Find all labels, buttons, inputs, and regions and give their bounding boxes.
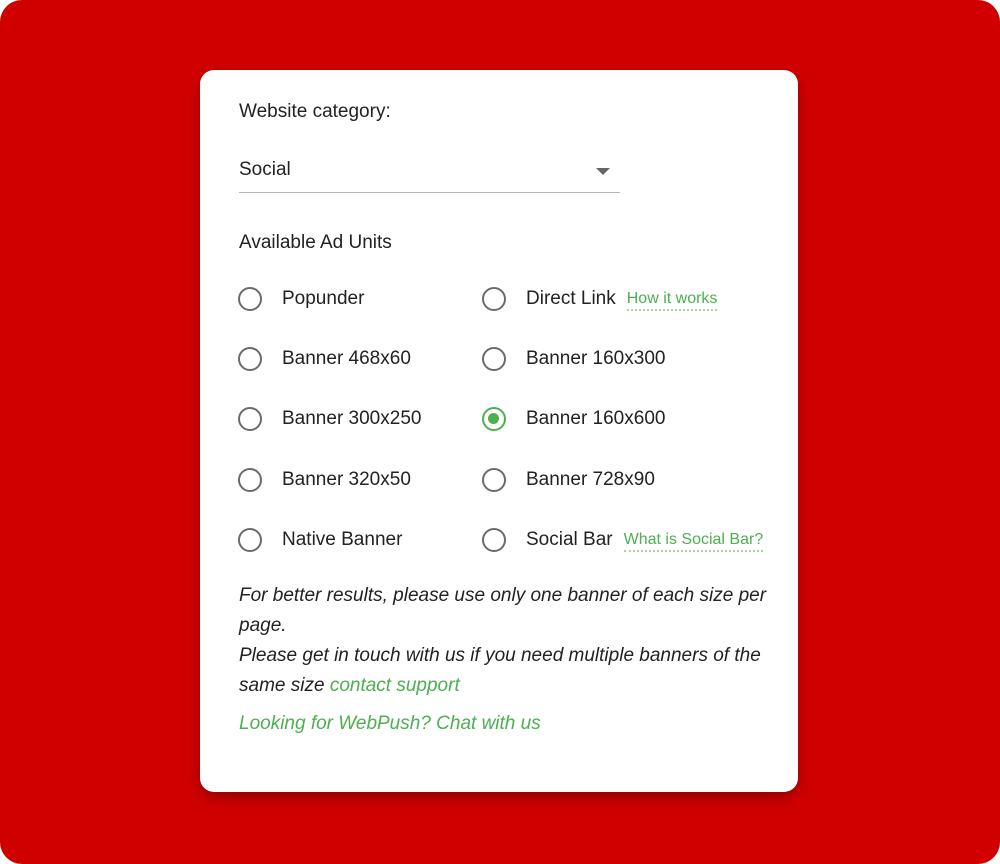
radio-icon[interactable]	[482, 468, 506, 492]
radio-icon[interactable]	[482, 347, 506, 371]
category-label: Website category:	[239, 101, 391, 122]
how-it-works-link[interactable]: How it works	[626, 290, 718, 311]
option-banner-300x250[interactable]: Banner 300x250	[238, 401, 421, 437]
option-native-banner[interactable]: Native Banner	[238, 522, 402, 558]
radio-checked-icon[interactable]	[482, 407, 506, 431]
option-banner-728x90[interactable]: Banner 728x90	[482, 462, 655, 498]
option-banner-160x600[interactable]: Banner 160x600	[482, 401, 665, 437]
category-select[interactable]: Social	[239, 156, 620, 193]
option-popunder[interactable]: Popunder	[238, 281, 364, 317]
contact-support-link[interactable]: contact support	[330, 675, 460, 696]
option-label: Banner 160x600	[526, 408, 666, 429]
option-label: Banner 468x60	[282, 348, 411, 369]
option-label: Banner 300x250	[282, 408, 422, 429]
option-label: Banner 160x300	[526, 348, 666, 369]
radio-icon[interactable]	[482, 528, 506, 552]
option-social-bar[interactable]: Social Bar What is Social Bar?	[482, 522, 764, 558]
category-select-value: Social	[239, 159, 291, 180]
option-label: Banner 320x50	[282, 469, 411, 490]
radio-icon[interactable]	[238, 407, 262, 431]
option-label: Banner 728x90	[526, 469, 655, 490]
radio-icon[interactable]	[238, 347, 262, 371]
option-label: Popunder	[282, 288, 365, 309]
ad-units-title: Available Ad Units	[239, 232, 392, 253]
option-banner-468x60[interactable]: Banner 468x60	[238, 341, 411, 377]
what-is-social-bar-link[interactable]: What is Social Bar?	[623, 531, 764, 552]
option-direct-link[interactable]: Direct Link How it works	[482, 281, 718, 317]
option-banner-320x50[interactable]: Banner 320x50	[238, 462, 411, 498]
option-label: Direct Link	[526, 288, 616, 309]
radio-icon[interactable]	[238, 287, 262, 311]
option-label: Social Bar	[526, 529, 613, 550]
note-line-1: For better results, please use only one …	[239, 585, 767, 636]
radio-icon[interactable]	[482, 287, 506, 311]
option-label: Native Banner	[282, 529, 403, 550]
note-line-2: Please get in touch with us if you need …	[239, 645, 761, 696]
radio-icon[interactable]	[238, 468, 262, 492]
dropdown-arrow-icon	[596, 168, 610, 175]
ad-units-card: Website category: Social Available Ad Un…	[200, 70, 798, 792]
webpush-chat-link[interactable]: Looking for WebPush? Chat with us	[239, 713, 541, 735]
banner-note: For better results, please use only one …	[239, 581, 779, 701]
radio-icon[interactable]	[238, 528, 262, 552]
option-banner-160x300[interactable]: Banner 160x300	[482, 341, 665, 377]
